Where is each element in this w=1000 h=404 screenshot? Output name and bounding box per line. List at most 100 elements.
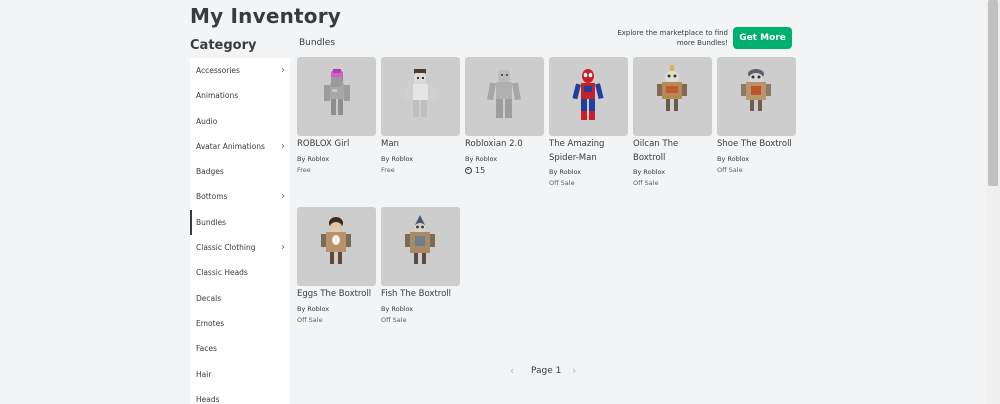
avatar-image xyxy=(487,70,521,118)
bundle-creator: By Roblox xyxy=(549,167,628,178)
bundle-name[interactable]: Eggs The Boxtroll xyxy=(297,288,376,302)
bundle-name[interactable]: Oilcan The Boxtroll xyxy=(633,138,712,165)
creator-link[interactable]: Roblox xyxy=(391,155,413,163)
bundle-creator: By Roblox xyxy=(633,167,712,178)
sidebar-item-emotes[interactable]: Emotes xyxy=(190,311,290,336)
bundle-thumbnail[interactable] xyxy=(381,207,460,286)
chevron-right-icon: › xyxy=(281,242,285,254)
price-amount: 15 xyxy=(475,165,486,175)
avatar-image xyxy=(657,65,687,111)
sidebar-item-bottoms[interactable]: Bottoms › xyxy=(190,184,290,209)
bundle-price: Off Sale xyxy=(549,179,575,187)
bundle-card[interactable]: ROBLOX Girl By Roblox Free xyxy=(297,57,376,176)
bundle-name[interactable]: Fish The Boxtroll xyxy=(381,288,460,302)
bundle-card[interactable]: Robloxian 2.0 By Roblox 15 xyxy=(465,57,544,176)
bundle-thumbnail[interactable] xyxy=(465,57,544,136)
pagination: ‹ Page 1 › xyxy=(508,364,584,378)
creator-link[interactable]: Roblox xyxy=(727,155,749,163)
sidebar-item-label: Hair xyxy=(196,369,212,379)
sidebar-item-label: Accessories xyxy=(196,66,240,75)
sidebar-item-label: Badges xyxy=(196,167,224,177)
bundle-card[interactable]: Eggs The Boxtroll By Roblox Off Sale xyxy=(297,207,376,326)
robux-icon xyxy=(465,166,472,174)
creator-link[interactable]: Roblox xyxy=(475,155,497,163)
bundle-card[interactable]: The Amazing Spider-Man By Roblox Off Sal… xyxy=(549,57,628,189)
creator-link[interactable]: Roblox xyxy=(559,168,581,176)
bundle-creator: By Roblox xyxy=(297,154,376,165)
bundle-price: Free xyxy=(381,165,395,174)
avatar-image xyxy=(321,217,351,264)
bundle-price: Free xyxy=(297,165,311,174)
sidebar-item-hair[interactable]: Hair xyxy=(190,362,290,387)
chevron-right-icon: › xyxy=(281,191,285,203)
section-heading: Bundles xyxy=(299,38,336,48)
get-more-button[interactable]: Get More xyxy=(733,27,792,49)
avatar-image xyxy=(403,69,438,117)
bundle-price: 15 xyxy=(465,165,544,176)
creator-link[interactable]: Roblox xyxy=(643,168,665,176)
bundle-card[interactable]: Man By Roblox Free xyxy=(381,57,460,176)
bundle-thumbnail[interactable] xyxy=(381,57,460,136)
sidebar-item-accessories[interactable]: Accessories › xyxy=(190,58,290,83)
by-label: By xyxy=(381,154,390,163)
avatar-image xyxy=(572,69,604,120)
bundle-thumbnail[interactable] xyxy=(717,57,796,136)
sidebar-item-faces[interactable]: Faces xyxy=(190,336,290,361)
sidebar-item-classic-clothing[interactable]: Classic Clothing › xyxy=(190,235,290,260)
sidebar-item-avatar-animations[interactable]: Avatar Animations › xyxy=(190,134,290,159)
bundle-creator: By Roblox xyxy=(297,304,376,315)
chevron-right-icon: › xyxy=(281,140,285,152)
sidebar-item-audio[interactable]: Audio xyxy=(190,109,290,134)
chevron-left-icon[interactable]: ‹ xyxy=(510,364,514,377)
bundle-thumbnail[interactable] xyxy=(297,207,376,286)
by-label: By xyxy=(297,154,306,163)
sidebar-item-label: Bundles xyxy=(196,217,227,227)
category-sidebar: Accessories › Animations Audio Avatar Ani… xyxy=(190,58,290,404)
bundle-creator: By Roblox xyxy=(465,154,544,165)
bundle-price: Off Sale xyxy=(297,315,323,324)
sidebar-item-label: Audio xyxy=(196,116,218,126)
bundle-card[interactable]: Shoe The Boxtroll By Roblox Off Sale xyxy=(717,57,796,176)
sidebar-item-classic-heads[interactable]: Classic Heads xyxy=(190,260,290,285)
sidebar-item-decals[interactable]: Decals xyxy=(190,286,290,311)
bundle-name[interactable]: ROBLOX Girl xyxy=(297,138,376,152)
sidebar-item-label: Animations xyxy=(196,91,239,101)
bundle-thumbnail[interactable] xyxy=(633,57,712,136)
creator-link[interactable]: Roblox xyxy=(391,305,413,313)
avatar-image xyxy=(324,69,350,115)
page-title: My Inventory xyxy=(190,4,342,28)
bundle-thumbnail[interactable] xyxy=(297,57,376,136)
sidebar-item-heads[interactable]: Heads xyxy=(190,387,290,404)
chevron-right-icon: › xyxy=(281,65,285,76)
bundle-name[interactable]: Robloxian 2.0 xyxy=(465,138,544,152)
sidebar-item-bundles[interactable]: Bundles xyxy=(190,209,290,236)
creator-link[interactable]: Roblox xyxy=(307,305,329,313)
bundle-name[interactable]: Man xyxy=(381,138,460,152)
creator-link[interactable]: Roblox xyxy=(307,155,329,163)
avatar-image xyxy=(405,215,435,264)
by-label: By xyxy=(465,154,474,163)
sidebar-item-label: Classic Clothing xyxy=(196,243,256,253)
sidebar-item-label: Faces xyxy=(196,344,217,354)
sidebar-item-label: Classic Heads xyxy=(196,268,248,278)
scrollbar-thumb[interactable] xyxy=(988,0,998,186)
chevron-right-icon[interactable]: › xyxy=(572,364,576,377)
sidebar-item-label: Decals xyxy=(196,293,222,303)
page-label: Page 1 xyxy=(531,366,562,376)
bundle-thumbnail[interactable] xyxy=(549,57,628,136)
bundle-price: Off Sale xyxy=(717,165,743,174)
page-scrollbar[interactable] xyxy=(986,0,1000,404)
sidebar-item-badges[interactable]: Badges xyxy=(190,159,290,184)
bundle-price: Off Sale xyxy=(381,315,407,324)
sidebar-item-animations[interactable]: Animations xyxy=(190,83,290,108)
bundle-card[interactable]: Oilcan The Boxtroll By Roblox Off Sale xyxy=(633,57,712,189)
bundle-name[interactable]: Shoe The Boxtroll xyxy=(717,138,796,152)
sidebar-item-label: Avatar Animations xyxy=(196,141,265,151)
sidebar-item-label: Heads xyxy=(196,394,220,404)
inventory-page: My Inventory Category Accessories › Anima… xyxy=(0,0,1000,404)
bundle-card[interactable]: Fish The Boxtroll By Roblox Off Sale xyxy=(381,207,460,326)
bundle-name[interactable]: The Amazing Spider-Man xyxy=(549,138,628,165)
by-label: By xyxy=(549,168,558,176)
explore-marketplace-text: Explore the marketplace to find more Bun… xyxy=(617,29,728,47)
bundle-creator: By Roblox xyxy=(717,154,796,165)
